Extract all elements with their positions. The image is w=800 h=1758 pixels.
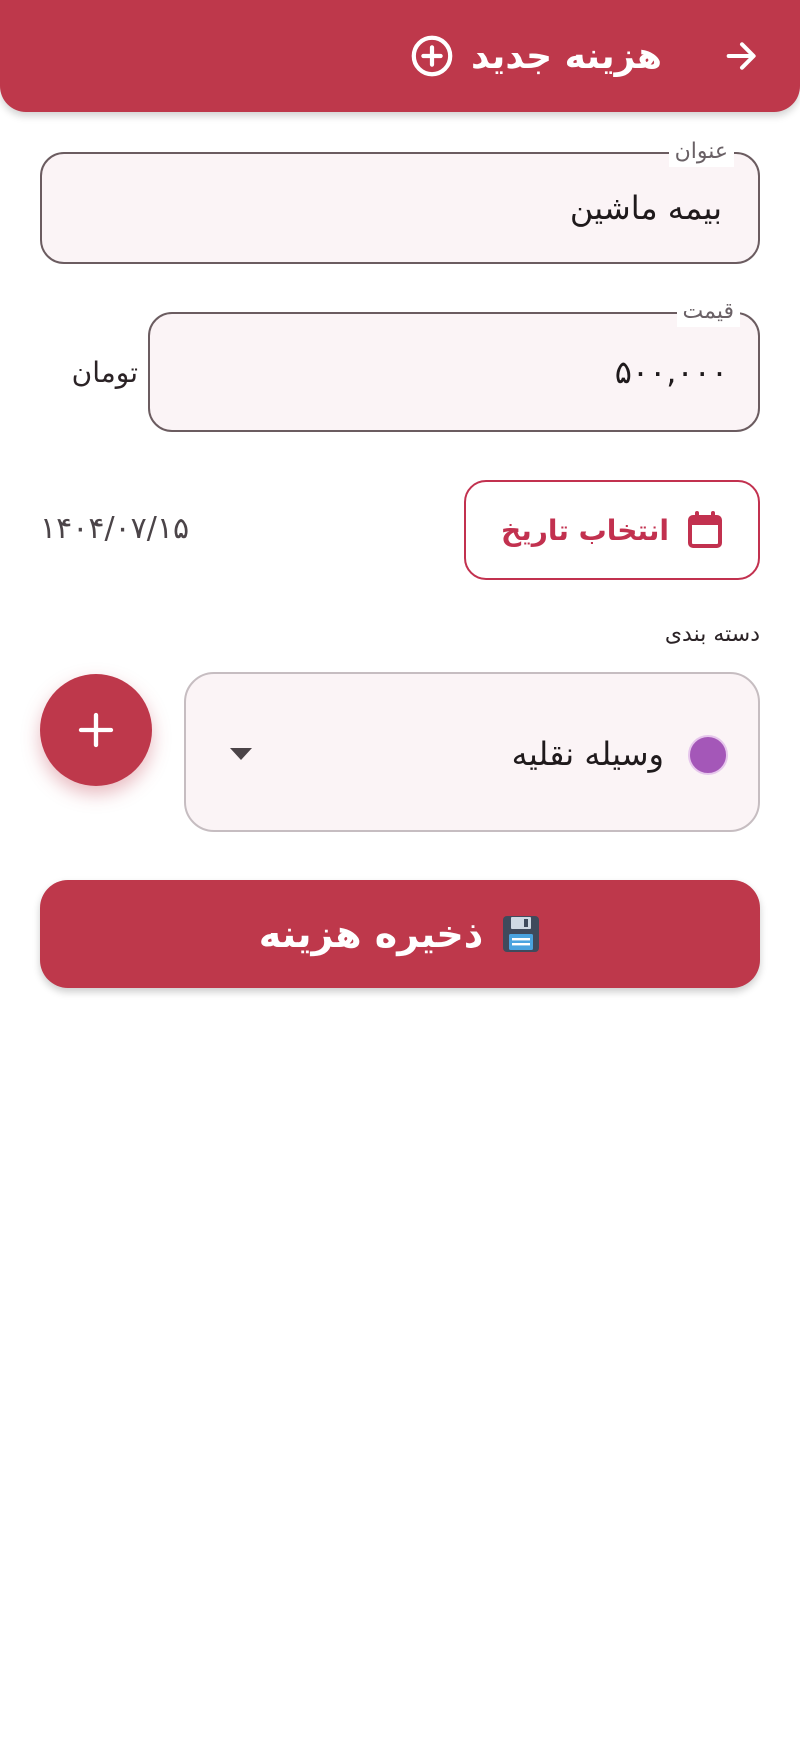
- floppy-disk-icon: [501, 914, 541, 954]
- plus-icon: [78, 712, 114, 748]
- title-field[interactable]: عنوان بیمه ماشین: [40, 137, 760, 264]
- category-selected-value: وسیله نقلیه: [511, 735, 664, 773]
- pick-date-button[interactable]: انتخاب تاریخ: [464, 480, 760, 580]
- pick-date-button-label: انتخاب تاریخ: [501, 513, 669, 547]
- plus-circle-icon: [409, 33, 455, 79]
- title-input[interactable]: بیمه ماشین: [570, 154, 722, 262]
- app-bar: هزینه جدید: [0, 0, 800, 112]
- app-bar-title-group: هزینه جدید: [409, 24, 662, 88]
- price-field[interactable]: قیمت ۵۰۰,۰۰۰: [148, 297, 760, 432]
- price-input[interactable]: ۵۰۰,۰۰۰: [615, 314, 728, 430]
- page-title: هزینه جدید: [471, 35, 662, 77]
- category-section-label: دسته بندی: [664, 622, 760, 647]
- dropdown-arrow-icon: [230, 748, 252, 760]
- currency-label: تومان: [71, 355, 138, 389]
- add-category-button[interactable]: [40, 674, 152, 786]
- category-dropdown[interactable]: وسیله نقلیه: [184, 672, 760, 832]
- arrow-right-icon: [726, 42, 756, 70]
- calendar-icon: [687, 511, 723, 549]
- category-color-dot: [688, 735, 728, 775]
- selected-date: ۱۴۰۴/۰۷/۱۵: [40, 510, 190, 546]
- save-expense-button-label: ذخیره هزینه: [258, 912, 484, 956]
- back-button[interactable]: [712, 26, 772, 86]
- save-expense-button[interactable]: ذخیره هزینه: [40, 880, 760, 988]
